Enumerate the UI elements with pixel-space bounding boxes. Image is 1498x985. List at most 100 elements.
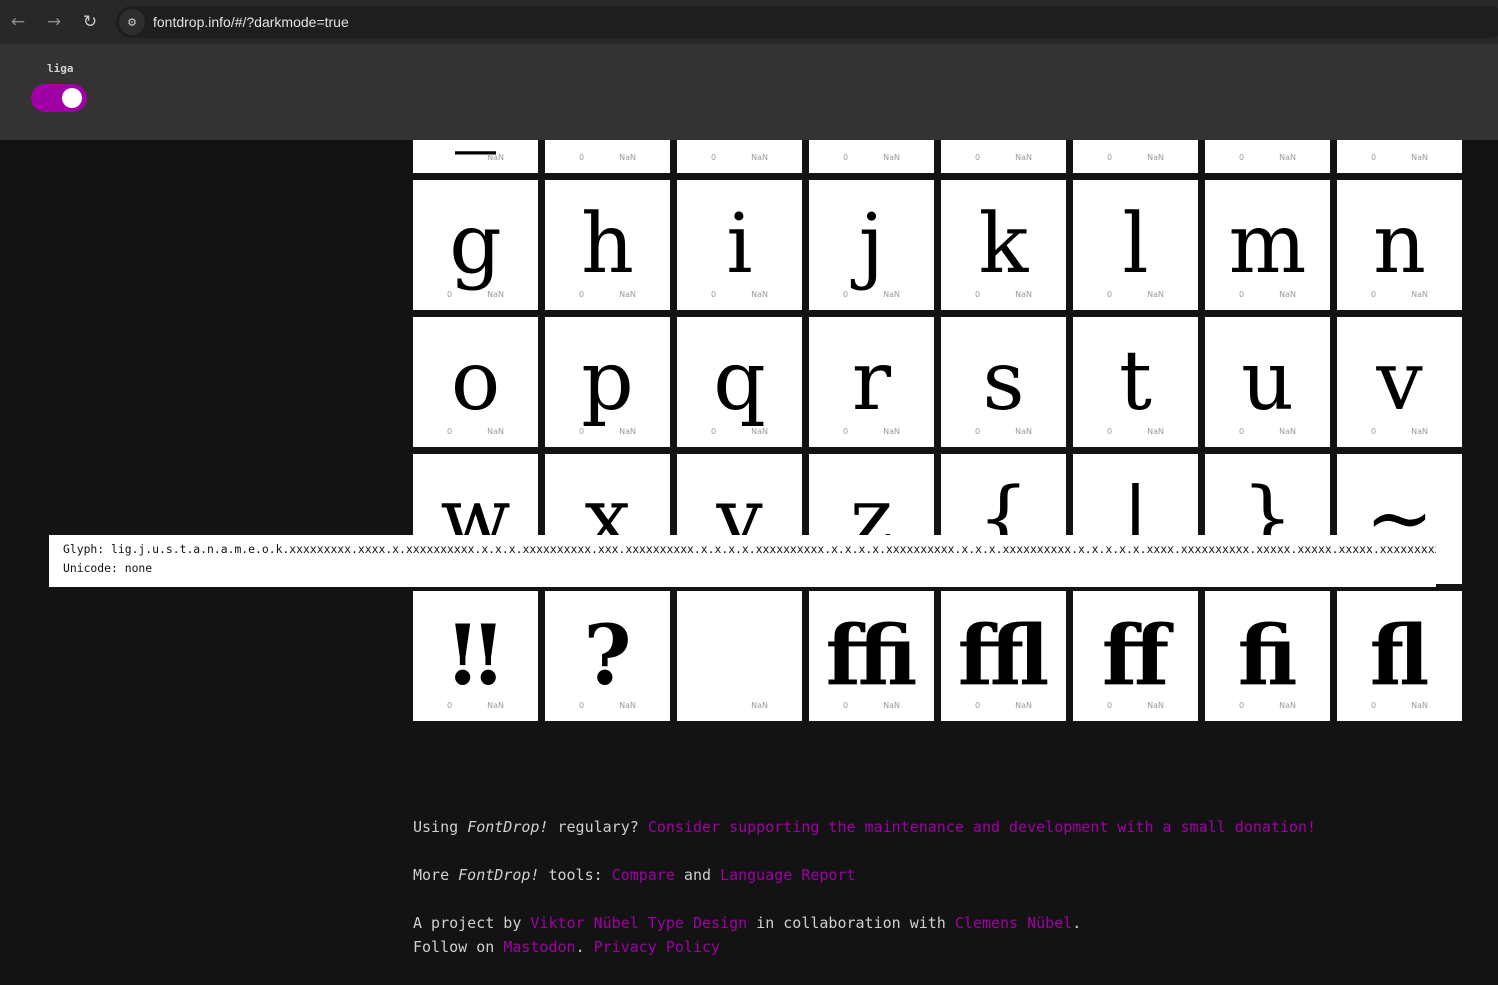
glyph-advance: NaN <box>1411 290 1428 299</box>
glyph-advance: NaN <box>619 290 636 299</box>
forward-arrow-icon[interactable]: → <box>42 10 66 34</box>
glyph-advance: NaN <box>1279 290 1296 299</box>
glyph-char: ﬂ <box>1369 608 1430 704</box>
glyph-lsb: 0 <box>843 153 849 162</box>
glyph-advance: NaN <box>883 427 900 436</box>
glyph-char: q <box>713 334 766 429</box>
glyph-advance: NaN <box>487 153 504 162</box>
glyph-advance: NaN <box>1015 427 1032 436</box>
glyph-lsb: 0 <box>1107 701 1113 710</box>
language-report-link[interactable]: Language Report <box>720 866 855 884</box>
footer-text: Follow on <box>413 938 504 956</box>
glyph-cell[interactable]: u 0 NaN <box>1205 317 1330 447</box>
glyph-char: t <box>1119 334 1152 429</box>
glyph-cell[interactable]: o 0 NaN <box>413 317 538 447</box>
url-text[interactable]: fontdrop.info/#/?darkmode=true <box>153 14 349 30</box>
glyph-lsb: 0 <box>975 701 981 710</box>
glyph-advance: NaN <box>1411 427 1428 436</box>
viktor-nubel-link[interactable]: Viktor Nübel Type Design <box>530 914 747 932</box>
footer-text: regulary? <box>548 818 648 836</box>
glyph-lsb: 0 <box>447 701 453 710</box>
glyph-cell[interactable]: r 0 NaN <box>809 317 934 447</box>
glyph-cell[interactable]: j 0 NaN <box>809 180 934 310</box>
glyph-lsb: 0 <box>579 290 585 299</box>
glyph-cell[interactable]: NaN <box>677 591 802 721</box>
footer-text: A project by <box>413 914 531 932</box>
donation-link[interactable]: Consider supporting the maintenance and … <box>648 818 1316 836</box>
glyph-lsb: 0 <box>711 153 717 162</box>
glyph-advance: NaN <box>487 701 504 710</box>
glyph-char: l <box>1122 197 1149 292</box>
glyph-cell[interactable]: ﬄ 0 NaN <box>941 591 1066 721</box>
liga-label: liga <box>47 62 74 75</box>
footer-follow-line: Follow on Mastodon. Privacy Policy <box>413 935 1413 959</box>
glyph-lsb: 0 <box>1107 153 1113 162</box>
glyph-cell[interactable]: q 0 NaN <box>677 317 802 447</box>
compare-link[interactable]: Compare <box>612 866 675 884</box>
glyph-cell[interactable]: l 0 NaN <box>1073 180 1198 310</box>
glyph-advance: NaN <box>1147 427 1164 436</box>
footer-text: . <box>1072 914 1082 932</box>
glyph-lsb: 0 <box>447 427 453 436</box>
glyph-cell[interactable]: p 0 NaN <box>545 317 670 447</box>
glyph-grid: _NaN0NaNa0NaNb0NaNc0NaNd0NaNe0NaNf0NaNg0… <box>413 44 1463 728</box>
tooltip-unicode: Unicode: none <box>63 561 153 575</box>
address-bar[interactable]: ⚙ fontdrop.info/#/?darkmode=true <box>116 6 1498 38</box>
glyph-char: o <box>450 334 501 429</box>
glyph-lsb: 0 <box>579 427 585 436</box>
glyph-char: p <box>581 334 634 429</box>
glyph-char: ﬃ <box>825 608 918 704</box>
glyph-advance: NaN <box>1015 290 1032 299</box>
glyph-cell[interactable]: t 0 NaN <box>1073 317 1198 447</box>
glyph-cell[interactable]: ? 0 NaN <box>545 591 670 721</box>
glyph-lsb: 0 <box>1371 290 1377 299</box>
liga-toggle[interactable] <box>31 84 87 112</box>
glyph-cell[interactable]: g 0 NaN <box>413 180 538 310</box>
glyph-advance: NaN <box>1015 701 1032 710</box>
glyph-char: g <box>449 197 502 292</box>
glyph-advance: NaN <box>883 290 900 299</box>
footer: Using FontDrop! regulary? Consider suppo… <box>413 815 1413 959</box>
glyph-cell[interactable]: h 0 NaN <box>545 180 670 310</box>
glyph-lsb: 0 <box>1239 290 1245 299</box>
glyph-cell[interactable]: s 0 NaN <box>941 317 1066 447</box>
glyph-cell[interactable]: m 0 NaN <box>1205 180 1330 310</box>
glyph-lsb: 0 <box>1371 701 1377 710</box>
glyph-cell[interactable]: n 0 NaN <box>1337 180 1462 310</box>
glyph-char <box>677 591 802 721</box>
glyph-lsb: 0 <box>1239 427 1245 436</box>
options-bar: liga <box>0 44 1498 140</box>
toggle-knob[interactable] <box>62 88 82 108</box>
glyph-lsb: 0 <box>843 290 849 299</box>
glyph-advance: NaN <box>1147 701 1164 710</box>
glyph-char: j <box>858 197 885 292</box>
glyph-tooltip: Glyph: lig.j.u.s.t.a.n.a.m.e.o.k.xxxxxxx… <box>49 535 1436 587</box>
footer-text: More <box>413 866 459 884</box>
reload-icon[interactable]: ↻ <box>78 10 102 34</box>
glyph-advance: NaN <box>883 153 900 162</box>
glyph-advance: NaN <box>1279 701 1296 710</box>
glyph-lsb: 0 <box>1371 427 1377 436</box>
glyph-char: k <box>978 197 1029 292</box>
glyph-cell[interactable]: i 0 NaN <box>677 180 802 310</box>
clemens-nubel-link[interactable]: Clemens Nübel <box>955 914 1072 932</box>
glyph-cell[interactable]: v 0 NaN <box>1337 317 1462 447</box>
glyph-advance: NaN <box>619 153 636 162</box>
glyph-lsb: 0 <box>711 427 717 436</box>
footer-credits-line: A project by Viktor Nübel Type Design in… <box>413 911 1413 935</box>
back-arrow-icon[interactable]: ← <box>6 10 30 34</box>
glyph-cell[interactable]: ﬁ 0 NaN <box>1205 591 1330 721</box>
site-info-icon[interactable]: ⚙ <box>119 9 145 35</box>
glyph-cell[interactable]: k 0 NaN <box>941 180 1066 310</box>
glyph-char: ‼ <box>449 608 502 704</box>
mastodon-link[interactable]: Mastodon <box>503 938 575 956</box>
glyph-cell[interactable]: ﬀ 0 NaN <box>1073 591 1198 721</box>
glyph-lsb: 0 <box>975 290 981 299</box>
glyph-cell[interactable]: ‼ 0 NaN <box>413 591 538 721</box>
glyph-advance: NaN <box>751 427 768 436</box>
glyph-lsb: 0 <box>843 701 849 710</box>
glyph-cell[interactable]: ﬃ 0 NaN <box>809 591 934 721</box>
glyph-cell[interactable]: ﬂ 0 NaN <box>1337 591 1462 721</box>
privacy-policy-link[interactable]: Privacy Policy <box>594 938 720 956</box>
glyph-advance: NaN <box>883 701 900 710</box>
